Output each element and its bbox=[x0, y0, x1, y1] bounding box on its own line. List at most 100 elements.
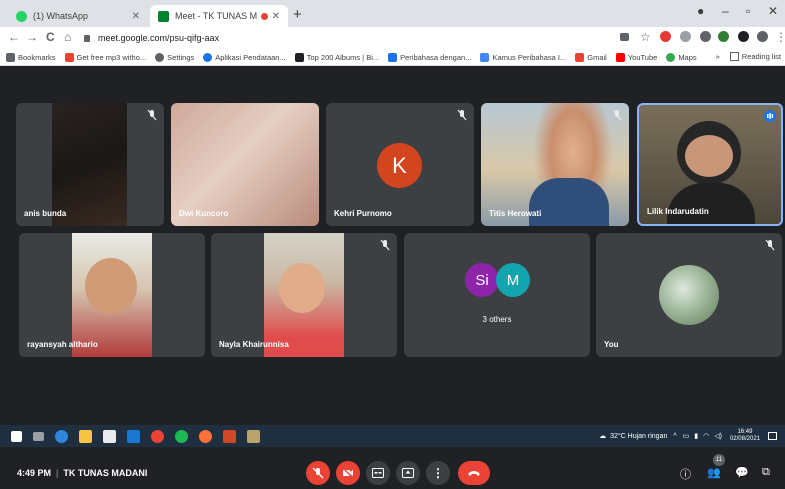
captions-button[interactable] bbox=[366, 461, 390, 485]
bookmark-item[interactable]: Kamus Peribahasa I... bbox=[480, 52, 566, 62]
more-bookmarks-icon[interactable]: » bbox=[716, 52, 720, 61]
store-icon[interactable] bbox=[103, 429, 116, 443]
bookmark-favicon bbox=[64, 52, 74, 62]
participant-name: Titis Herowati bbox=[489, 209, 542, 218]
forward-icon[interactable]: → bbox=[26, 30, 38, 44]
participant-video bbox=[529, 178, 609, 226]
tab-title: (1) WhatsApp bbox=[33, 11, 89, 21]
more-options-button[interactable]: ⋮ bbox=[426, 461, 450, 485]
bookmark-item[interactable]: Settings bbox=[155, 52, 194, 62]
clock-time: 16:49 bbox=[737, 429, 753, 435]
participant-tile[interactable]: Lilik Indarudatin bbox=[637, 103, 783, 226]
windows-start-icon[interactable] bbox=[11, 430, 22, 442]
reload-icon[interactable]: C bbox=[46, 30, 55, 44]
chat-button[interactable]: 💬 bbox=[735, 466, 749, 479]
tab-whatsapp[interactable]: (1) WhatsApp ✕ bbox=[8, 5, 148, 27]
task-view-icon[interactable] bbox=[33, 431, 44, 441]
volume-icon[interactable]: ◁) bbox=[714, 432, 722, 440]
new-tab-button[interactable]: + bbox=[293, 6, 302, 23]
meeting-info-button[interactable]: ⓘ bbox=[680, 466, 691, 482]
bookmark-item[interactable]: Aplikasi Pendataan... bbox=[203, 52, 286, 62]
close-window-button[interactable]: ✕ bbox=[768, 4, 778, 18]
edge-icon[interactable] bbox=[55, 429, 68, 443]
opera-icon[interactable] bbox=[660, 31, 671, 42]
people-button[interactable]: 👥 bbox=[707, 466, 721, 479]
whatsapp-icon bbox=[16, 10, 27, 22]
chrome-icon[interactable] bbox=[151, 429, 164, 443]
reading-list-icon bbox=[729, 52, 739, 61]
tab-meet[interactable]: Meet - TK TUNAS MADANI ✕ bbox=[150, 5, 288, 27]
back-icon[interactable]: ← bbox=[8, 30, 20, 44]
profile-icon[interactable]: ● bbox=[697, 4, 704, 18]
clock[interactable]: 16:49 02/08/2021 bbox=[730, 429, 760, 443]
app-icon[interactable] bbox=[247, 429, 260, 443]
url-field[interactable]: meet.google.com/psu-qifg-aax bbox=[84, 30, 604, 46]
participant-tile[interactable]: K Kehri Purnomo bbox=[326, 103, 474, 226]
bookmark-item[interactable]: Peribahasa dengan... bbox=[388, 52, 471, 62]
extension-icon[interactable] bbox=[700, 31, 711, 42]
close-tab-icon[interactable]: ✕ bbox=[132, 11, 140, 22]
bookmark-item[interactable]: YouTube bbox=[615, 52, 657, 62]
tab-title: Meet - TK TUNAS MADANI bbox=[175, 11, 257, 21]
avatar: M bbox=[496, 263, 530, 297]
participant-tile[interactable]: anis bunda bbox=[16, 103, 164, 226]
present-icon bbox=[402, 468, 414, 478]
participant-video bbox=[685, 135, 733, 177]
mic-off-icon bbox=[765, 239, 775, 251]
file-explorer-icon[interactable] bbox=[79, 429, 92, 443]
browser-tab-bar: (1) WhatsApp ✕ Meet - TK TUNAS MADANI ✕ … bbox=[0, 0, 785, 27]
bookmark-item[interactable]: Maps bbox=[666, 52, 697, 62]
bookmark-item[interactable]: Bookmarks bbox=[6, 52, 56, 62]
bookmark-item[interactable]: Get free mp3 witho... bbox=[64, 52, 146, 62]
activities-button[interactable]: ⧉ bbox=[762, 466, 770, 479]
present-button[interactable] bbox=[396, 461, 420, 485]
mail-icon[interactable] bbox=[127, 429, 140, 443]
camera-icon[interactable] bbox=[620, 33, 629, 41]
participant-tile[interactable]: rayansyah althario bbox=[19, 233, 205, 357]
battery-icon[interactable]: ▮ bbox=[694, 432, 698, 440]
powerpoint-icon[interactable] bbox=[223, 429, 236, 443]
extension-icon[interactable] bbox=[718, 31, 729, 42]
star-icon[interactable]: ☆ bbox=[640, 30, 651, 44]
puzzle-icon[interactable] bbox=[738, 31, 749, 42]
network-icon[interactable]: ▭ bbox=[683, 432, 690, 440]
home-icon[interactable]: ⌂ bbox=[64, 30, 71, 44]
people-icon: 👥 bbox=[707, 467, 721, 479]
url-text: meet.google.com/psu-qifg-aax bbox=[98, 33, 220, 43]
profile-avatar-icon[interactable] bbox=[757, 31, 768, 42]
menu-icon[interactable]: ⋮ bbox=[775, 30, 785, 44]
gear-icon bbox=[155, 52, 165, 62]
avatar: Si bbox=[465, 263, 499, 297]
others-tile[interactable]: Si M 3 others bbox=[404, 233, 590, 357]
star-icon bbox=[6, 52, 15, 62]
extension-icon[interactable] bbox=[680, 31, 691, 42]
mic-off-icon bbox=[147, 109, 157, 121]
leave-call-button[interactable] bbox=[458, 461, 490, 485]
windows-taskbar: ☁ 32°C Hujan ringan ^ ▭ ▮ ◠ ◁) 16:49 02/… bbox=[0, 425, 785, 447]
notifications-icon[interactable] bbox=[768, 432, 777, 440]
bookmark-item[interactable]: Top 200 Albums | Bi... bbox=[294, 52, 379, 62]
participant-tile[interactable]: Titis Herowati bbox=[481, 103, 629, 226]
bookmarks-bar: Bookmarks Get free mp3 witho... Settings… bbox=[0, 49, 785, 66]
bookmark-item[interactable]: Gmail bbox=[575, 52, 607, 62]
mic-off-icon bbox=[612, 109, 622, 121]
mic-off-button[interactable] bbox=[306, 461, 330, 485]
self-tile[interactable]: You bbox=[596, 233, 782, 357]
firefox-icon[interactable] bbox=[199, 429, 212, 443]
chat-icon: 💬 bbox=[735, 467, 749, 479]
reading-list[interactable]: » Reading list bbox=[716, 52, 781, 61]
close-tab-icon[interactable]: ✕ bbox=[272, 11, 280, 22]
participant-tile[interactable]: Nayla Khairunnisa bbox=[211, 233, 397, 357]
participant-name: rayansyah althario bbox=[27, 340, 98, 349]
weather-text[interactable]: 32°C Hujan ringan bbox=[610, 433, 667, 440]
activities-icon: ⧉ bbox=[762, 466, 770, 478]
mic-off-icon bbox=[457, 109, 467, 121]
camera-off-button[interactable] bbox=[336, 461, 360, 485]
participant-tile[interactable]: Dwi Kuncoro bbox=[171, 103, 319, 226]
minimize-button[interactable]: – bbox=[722, 4, 729, 18]
tray-arrow-icon[interactable]: ^ bbox=[673, 433, 676, 440]
spotify-icon[interactable] bbox=[175, 429, 188, 443]
maximize-button[interactable]: ▫ bbox=[746, 4, 750, 18]
participant-video bbox=[667, 183, 755, 224]
wifi-icon[interactable]: ◠ bbox=[703, 432, 709, 440]
